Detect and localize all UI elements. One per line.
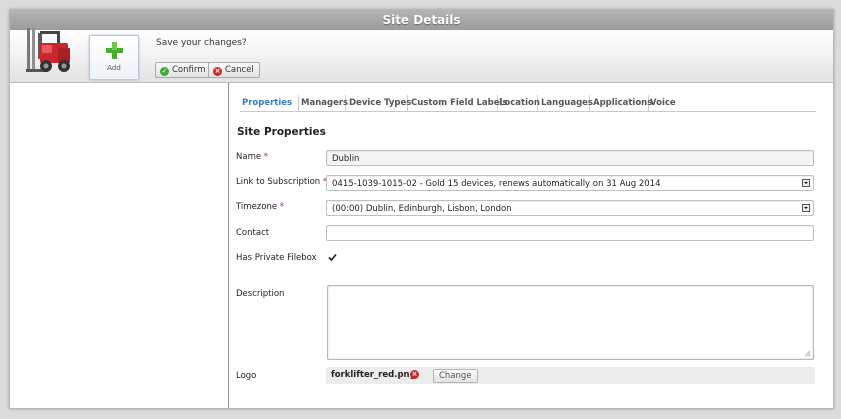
select-arrow-icon[interactable] [802, 204, 810, 212]
subscription-value: 0415-1039-1015-02 - Gold 15 devices, ren… [332, 179, 661, 189]
confirm-check-icon: ✓ [160, 67, 169, 76]
timezone-label: Timezone * [236, 202, 284, 212]
resize-grip-icon[interactable] [804, 350, 811, 357]
tab-device-types[interactable]: Device Types [346, 95, 411, 111]
timezone-label-text: Timezone [236, 202, 278, 212]
cancel-x-icon: × [213, 67, 222, 76]
subscription-label-text: Link to Subscription [236, 177, 321, 187]
logo-label: Logo [236, 371, 257, 381]
contact-field[interactable] [326, 225, 814, 241]
checkbox-check-icon [328, 253, 337, 262]
required-mark: * [263, 152, 269, 162]
timezone-select[interactable]: (00:00) Dublin, Edinburgh, Lisbon, Londo… [326, 200, 814, 216]
description-label: Description [236, 289, 285, 299]
add-button[interactable]: Add [89, 35, 139, 80]
name-field[interactable]: Dublin [326, 150, 814, 166]
confirm-label: Confirm [172, 65, 206, 75]
change-logo-button[interactable]: Change [433, 369, 478, 383]
cancel-label: Cancel [225, 65, 254, 75]
toolbar: Add Save your changes? ✓ Confirm × Cancel [10, 28, 833, 83]
add-button-label: Add [107, 64, 121, 72]
subscription-label: Link to Subscription * [236, 177, 327, 187]
logo-filename: forklifter_red.png [331, 370, 416, 380]
site-details-window: Site Details Add Save your changes? ✓ Co… [9, 9, 834, 409]
tab-properties[interactable]: Properties [240, 95, 299, 111]
name-label-text: Name [236, 152, 262, 162]
subscription-select[interactable]: 0415-1039-1015-02 - Gold 15 devices, ren… [326, 175, 814, 191]
tab-applications[interactable]: Applications [588, 95, 652, 111]
forklift-logo-icon [26, 28, 70, 72]
save-prompt: Save your changes? [156, 38, 247, 48]
private-filebox-checkbox[interactable] [328, 253, 337, 262]
tab-location[interactable]: Location [496, 95, 540, 111]
confirm-button[interactable]: ✓ Confirm [155, 62, 212, 78]
select-arrow-icon[interactable] [802, 179, 810, 187]
tab-managers[interactable]: Managers [299, 95, 348, 111]
window-title: Site Details [10, 10, 833, 30]
left-panel [10, 83, 229, 408]
tab-bar: Properties Managers Device Types Custom … [240, 95, 816, 112]
cancel-button[interactable]: × Cancel [208, 62, 260, 78]
timezone-value: (00:00) Dublin, Edinburgh, Lisbon, Londo… [332, 204, 512, 214]
plus-icon [106, 42, 123, 59]
private-filebox-label: Has Private Filebox [236, 253, 317, 263]
contact-label: Contact [236, 228, 270, 238]
tab-custom-field-labels[interactable]: Custom Field Labels [407, 95, 507, 111]
required-mark: * [279, 202, 285, 212]
tab-voice[interactable]: Voice [646, 95, 678, 111]
remove-file-icon[interactable]: × [410, 370, 419, 379]
section-title: Site Properties [237, 126, 326, 138]
tab-languages[interactable]: Languages [537, 95, 593, 111]
logo-row: forklifter_red.png × Change [326, 367, 815, 384]
description-textarea[interactable] [327, 285, 814, 360]
name-label: Name * [236, 152, 268, 162]
